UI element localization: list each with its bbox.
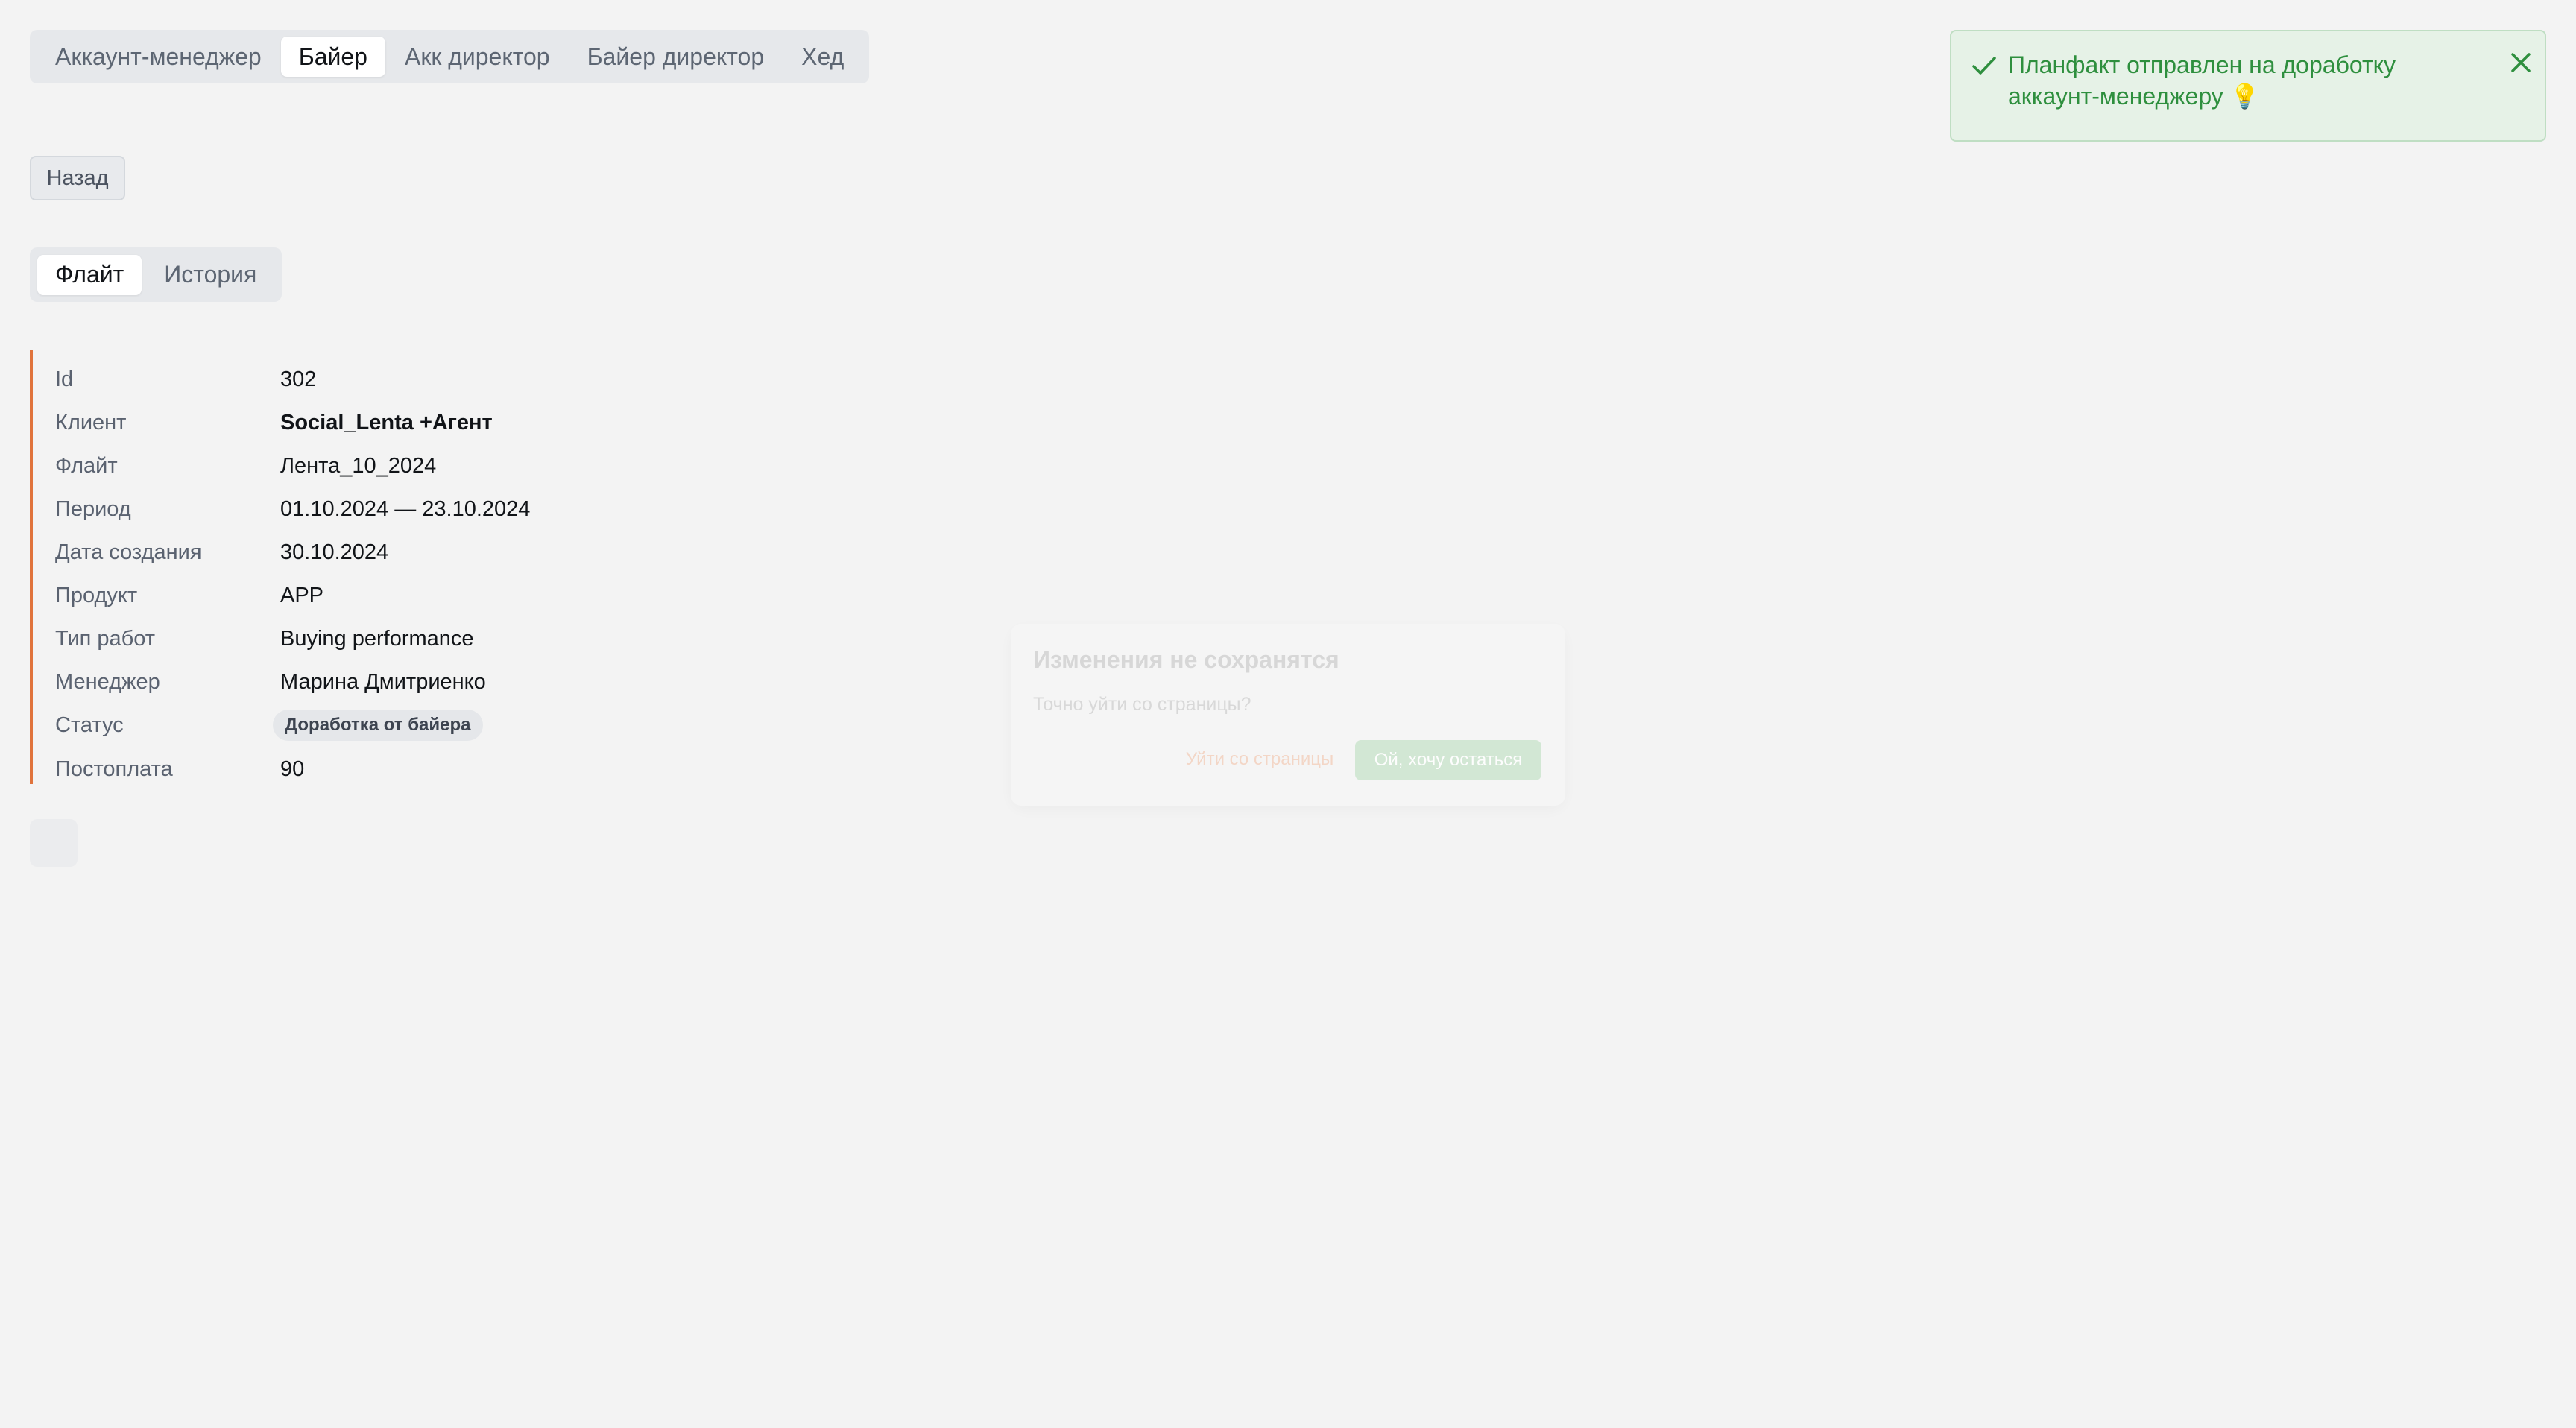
toast-message: Планфакт отправлен на доработку аккаунт-… [2008,51,2396,110]
detail-value: Марина Дмитриенко [280,669,486,694]
detail-value: APP [280,583,324,607]
detail-row-client: Клиент Social_Lenta +Агент [33,401,584,444]
detail-label: Id [55,367,74,391]
detail-label: Постоплата [55,756,173,781]
detail-value: 30.10.2024 [280,540,389,564]
placeholder-button[interactable] [30,819,78,867]
close-icon[interactable] [2504,46,2537,79]
detail-row-flight: Флайт Лента_10_2024 [33,444,584,487]
detail-value: 90 [280,756,305,781]
status-badge: Доработка от байера [273,710,483,741]
detail-row-period: Период 01.10.2024 — 23.10.2024 [33,487,584,531]
role-tab-account-director[interactable]: Акк директор [387,37,568,77]
flight-details: Id 302 Клиент Social_Lenta +Агент Флайт … [30,350,596,784]
role-tab-head[interactable]: Хед [783,37,862,77]
detail-label: Статус [55,713,124,737]
content-tabs: Флайт История [30,247,282,302]
role-tab-buyer[interactable]: Байер [280,37,385,77]
role-tab-buyer-director[interactable]: Байер директор [569,37,783,77]
stay-button[interactable]: Ой, хочу остаться [1355,740,1541,780]
detail-row-work-type: Тип работ Buying performance [33,617,584,660]
detail-label: Период [55,496,131,521]
unsaved-changes-dialog: Изменения не сохранятся Точно уйти со ст… [1011,624,1565,806]
tab-history[interactable]: История [146,255,274,295]
dialog-text: Точно уйти со страницы? [1033,694,1251,715]
role-tab-account-manager[interactable]: Аккаунт-менеджер [37,37,280,77]
leave-page-button[interactable]: Уйти со страницы [1169,740,1351,779]
detail-row-status: Статус Доработка от байера [33,704,584,747]
detail-row-manager: Менеджер Марина Дмитриенко [33,660,584,704]
check-icon [1972,57,1996,75]
detail-row-created-date: Дата создания 30.10.2024 [33,531,584,574]
detail-value: Buying performance [280,626,474,651]
back-button[interactable]: Назад [30,156,125,200]
detail-value: 01.10.2024 — 23.10.2024 [280,496,531,521]
detail-value: Лента_10_2024 [280,453,437,478]
detail-label: Флайт [55,453,118,478]
detail-label: Продукт [55,583,138,607]
role-switcher: Аккаунт-менеджер Байер Акк директор Байе… [30,30,870,83]
page: Аккаунт-менеджер Байер Акк директор Байе… [0,0,2576,1428]
detail-label: Дата создания [55,540,202,564]
detail-label: Тип работ [55,626,156,651]
detail-value: 302 [280,367,317,391]
detail-row-product: Продукт APP [33,574,584,617]
tab-flight[interactable]: Флайт [37,254,142,295]
success-toast: Планфакт отправлен на доработку аккаунт-… [1950,30,2546,142]
detail-row-postpayment: Постоплата 90 [33,748,584,791]
detail-label: Менеджер [55,669,160,694]
detail-label: Клиент [55,410,127,435]
dialog-title: Изменения не сохранятся [1033,646,1339,673]
detail-row-id: Id 302 [33,358,584,401]
detail-value: Social_Lenta +Агент [280,410,493,435]
